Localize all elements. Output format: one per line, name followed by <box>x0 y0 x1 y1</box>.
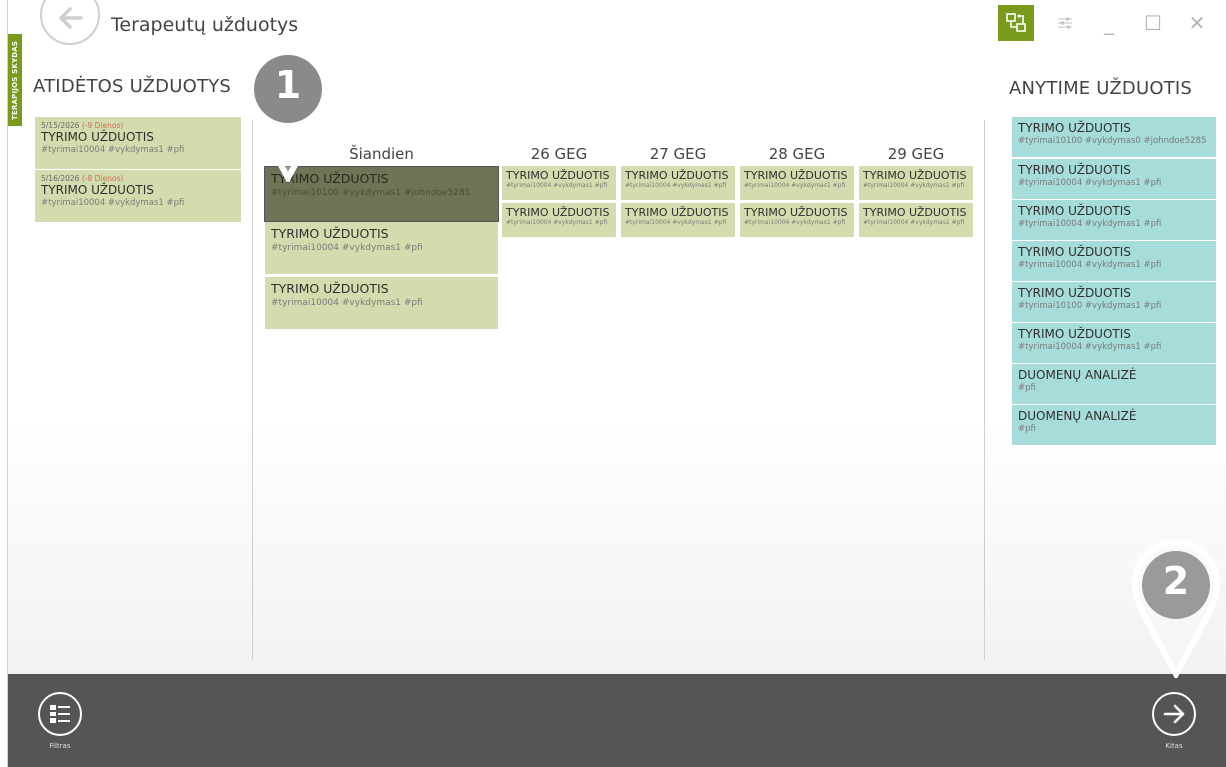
task-title: TYRIMO UŽDUOTIS <box>744 206 848 219</box>
task-card[interactable]: TYRIMO UŽDUOTIS #tyrimai10004 #vykdymas1… <box>740 203 854 237</box>
list-icon <box>50 705 70 723</box>
arrow-right-icon <box>1163 704 1185 724</box>
filter-label: Filtras <box>49 742 71 750</box>
app-window: TERAPIJOS SKYDAS Terapeutų užduotys _ ☐ <box>7 0 1227 767</box>
task-date: 5/16/2026 <box>41 174 80 183</box>
task-tags: #tyrimai10004 #vykdymas1 #pfi <box>41 198 185 208</box>
task-card[interactable]: TYRIMO UŽDUOTIS #tyrimai10004 #vykdymas1… <box>740 166 854 200</box>
column-header-day: 28 GEG <box>768 145 826 163</box>
back-button[interactable] <box>40 0 100 45</box>
task-delay: (-9 Dienos) <box>81 121 124 130</box>
right-divider <box>984 120 985 660</box>
task-title: TYRIMO UŽDUOTIS <box>1018 327 1131 341</box>
task-title: TYRIMO UŽDUOTIS <box>863 169 967 182</box>
task-card[interactable]: TYRIMO UŽDUOTIS #tyrimai10004 #vykdymas1… <box>859 203 973 237</box>
anytime-heading: ANYTIME UŽDUOTIS <box>1009 78 1193 99</box>
task-tags: #tyrimai10100 #vykdymas0 #johndoe5285 <box>1018 136 1207 146</box>
task-tags: #tyrimai10004 #vykdymas1 #pfi <box>506 219 608 226</box>
task-tags: #tyrimai10004 #vykdymas1 #pfi <box>1018 342 1162 352</box>
task-tags: #tyrimai10004 #vykdymas1 #pfi <box>271 243 423 253</box>
overdue-heading: ATIDĖTOS UŽDUOTYS <box>33 76 231 97</box>
column-header-day: 26 GEG <box>530 145 588 163</box>
task-tags: #tyrimai10004 #vykdymas1 #pfi <box>744 182 846 189</box>
task-title: DUOMENŲ ANALIZĖ <box>1018 368 1137 382</box>
task-title: TYRIMO UŽDUOTIS <box>41 130 154 144</box>
task-date: 5/15/2026 <box>41 121 80 130</box>
task-tags: #tyrimai10004 #vykdymas1 #pfi <box>744 219 846 226</box>
task-tags: #tyrimai10004 #vykdymas1 #pfi <box>41 145 185 155</box>
task-card[interactable]: TYRIMO UŽDUOTIS #tyrimai10004 #vykdymas1… <box>265 222 498 274</box>
task-title: TYRIMO UŽDUOTIS <box>506 169 610 182</box>
next-button[interactable] <box>1152 692 1196 736</box>
anytime-task-card[interactable]: TYRIMO UŽDUOTIS #tyrimai10100 #vykdymas0… <box>1012 117 1216 157</box>
left-divider <box>252 120 253 660</box>
task-tags: #tyrimai10004 #vykdymas1 #pfi <box>506 182 608 189</box>
task-tags: #tyrimai10004 #vykdymas1 #pfi <box>271 298 423 308</box>
anytime-task-card[interactable]: DUOMENŲ ANALIZĖ #pfi <box>1012 405 1216 445</box>
task-title: TYRIMO UŽDUOTIS <box>1018 204 1131 218</box>
network-view-button[interactable] <box>998 5 1034 41</box>
maximize-button[interactable]: ☐ <box>1138 0 1168 46</box>
task-card[interactable]: TYRIMO UŽDUOTIS #tyrimai10004 #vykdymas1… <box>265 277 498 329</box>
task-title: TYRIMO UŽDUOTIS <box>1018 286 1131 300</box>
task-title: TYRIMO UŽDUOTIS <box>506 206 610 219</box>
callout-pin-1: 1 <box>241 42 335 185</box>
task-card[interactable]: TYRIMO UŽDUOTIS #tyrimai10004 #vykdymas1… <box>502 203 616 237</box>
task-card[interactable]: TYRIMO UŽDUOTIS #tyrimai10004 #vykdymas1… <box>859 166 973 200</box>
close-button[interactable]: ✕ <box>1182 0 1212 46</box>
task-tags: #tyrimai10004 #vykdymas1 #pfi <box>625 182 727 189</box>
task-card[interactable]: TYRIMO UŽDUOTIS #tyrimai10004 #vykdymas1… <box>502 166 616 200</box>
task-title: TYRIMO UŽDUOTIS <box>863 206 967 219</box>
task-card[interactable]: TYRIMO UŽDUOTIS #tyrimai10004 #vykdymas1… <box>621 166 735 200</box>
column-header-day: 27 GEG <box>649 145 707 163</box>
anytime-task-card[interactable]: TYRIMO UŽDUOTIS #tyrimai10004 #vykdymas1… <box>1012 241 1216 281</box>
sliders-icon <box>1058 17 1072 29</box>
anytime-task-card[interactable]: DUOMENŲ ANALIZĖ #pfi <box>1012 364 1216 404</box>
task-tags: #pfi <box>1018 383 1036 393</box>
task-tags: #tyrimai10004 #vykdymas1 #pfi <box>1018 178 1162 188</box>
task-tags: #tyrimai10004 #vykdymas1 #pfi <box>1018 260 1162 270</box>
therapy-panel-tab[interactable]: TERAPIJOS SKYDAS <box>8 34 22 126</box>
task-card[interactable]: TYRIMO UŽDUOTIS #tyrimai10004 #vykdymas1… <box>621 203 735 237</box>
network-icon <box>1006 13 1026 32</box>
task-title: TYRIMO UŽDUOTIS <box>41 183 154 197</box>
task-tags: #tyrimai10004 #vykdymas1 #pfi <box>863 182 965 189</box>
arrow-left-icon <box>59 7 83 29</box>
next-label: Kitas <box>1165 742 1183 750</box>
task-title: TYRIMO UŽDUOTIS <box>1018 163 1131 177</box>
overdue-task-card[interactable]: 5/15/2026 (-9 Dienos) TYRIMO UŽDUOTIS #t… <box>35 117 241 169</box>
task-tags: #tyrimai10004 #vykdymas1 #pfi <box>863 219 965 226</box>
page-title: Terapeutų užduotys <box>111 14 299 36</box>
anytime-task-card[interactable]: TYRIMO UŽDUOTIS #tyrimai10004 #vykdymas1… <box>1012 159 1216 199</box>
callout-number: 1 <box>274 63 302 107</box>
anytime-task-card[interactable]: TYRIMO UŽDUOTIS #tyrimai10004 #vykdymas1… <box>1012 323 1216 363</box>
task-title: TYRIMO UŽDUOTIS <box>1018 121 1131 135</box>
task-title: TYRIMO UŽDUOTIS <box>271 281 389 296</box>
callout-number: 2 <box>1162 559 1190 603</box>
task-title: TYRIMO UŽDUOTIS <box>271 226 389 241</box>
task-tags: #tyrimai10004 #vykdymas1 #pfi <box>1018 219 1162 229</box>
callout-pin-2: 2 <box>1129 538 1223 681</box>
minimize-button[interactable]: _ <box>1094 0 1124 46</box>
window-controls: _ ☐ ✕ <box>998 0 1226 52</box>
task-delay: (-8 Dienos) <box>81 174 124 183</box>
task-title: DUOMENŲ ANALIZĖ <box>1018 409 1137 423</box>
column-header-day: 29 GEG <box>887 145 945 163</box>
anytime-task-card[interactable]: TYRIMO UŽDUOTIS #tyrimai10004 #vykdymas1… <box>1012 200 1216 240</box>
task-title: TYRIMO UŽDUOTIS <box>625 169 729 182</box>
task-tags: #tyrimai10004 #vykdymas1 #pfi <box>625 219 727 226</box>
bottom-app-bar: Filtras Kitas <box>8 674 1226 767</box>
anytime-task-card[interactable]: TYRIMO UŽDUOTIS #tyrimai10100 #vykdymas1… <box>1012 282 1216 322</box>
task-tags: #tyrimai10100 #vykdymas1 #pfi <box>1018 301 1162 311</box>
task-tags: #pfi <box>1018 424 1036 434</box>
task-title: TYRIMO UŽDUOTIS <box>1018 245 1131 259</box>
settings-button[interactable] <box>1050 0 1080 46</box>
filter-button[interactable] <box>38 692 82 736</box>
task-tags: #tyrimai10100 #vykdymas1 #johndoe5285 <box>271 188 471 198</box>
overdue-task-card[interactable]: 5/16/2026 (-8 Dienos) TYRIMO UŽDUOTIS #t… <box>35 170 241 222</box>
task-title: TYRIMO UŽDUOTIS <box>744 169 848 182</box>
task-title: TYRIMO UŽDUOTIS <box>625 206 729 219</box>
